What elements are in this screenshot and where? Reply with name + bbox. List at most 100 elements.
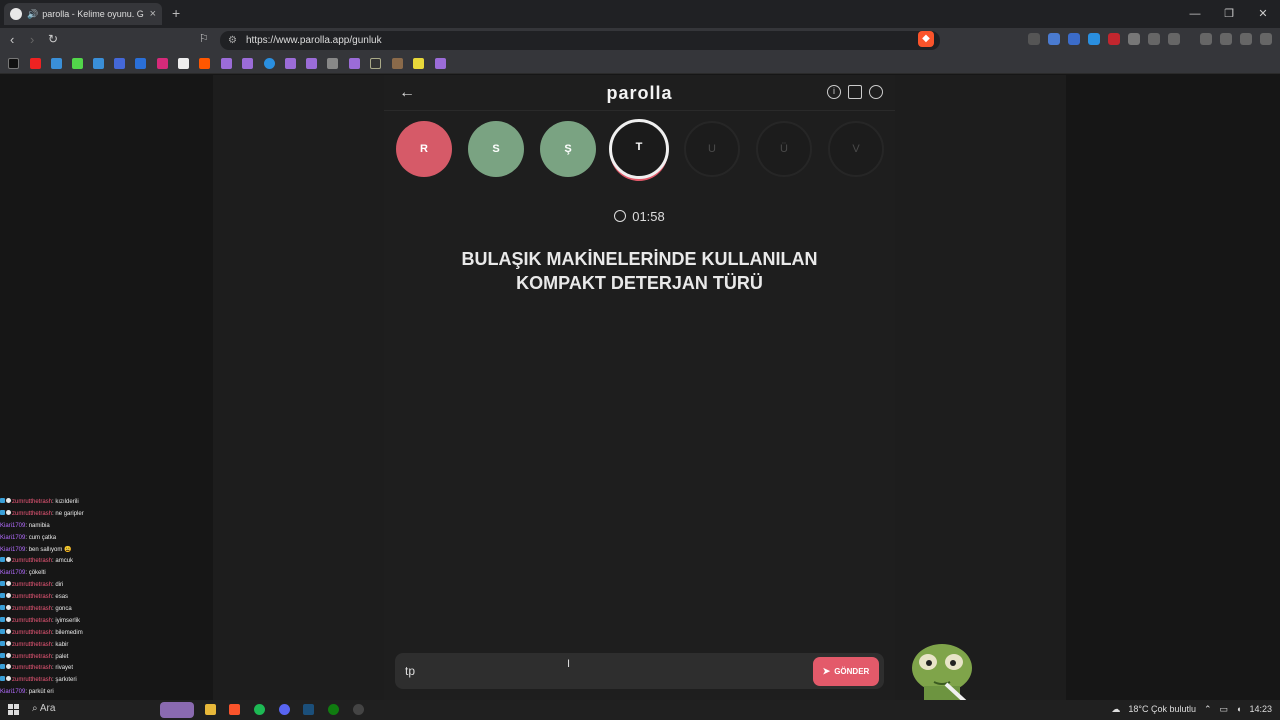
chat-username[interactable]: zumrutthetrash [12, 618, 52, 624]
back-nav-icon[interactable]: ‹ [10, 32, 14, 47]
reddit-bookmark-icon[interactable] [199, 58, 210, 69]
kick-bookmark-icon[interactable] [72, 58, 83, 69]
tab-close-button[interactable]: × [150, 8, 156, 20]
chat-username[interactable]: Kiari1709 [0, 547, 25, 553]
url-field[interactable]: ⚙ https://www.parolla.app/gunluk [220, 31, 940, 50]
taskbar-clock[interactable]: 14:23 [1249, 704, 1272, 715]
maximize-button[interactable]: ❐ [1212, 0, 1246, 28]
extension-icon[interactable] [1048, 33, 1060, 45]
brave-shield-icon[interactable]: ◆ [918, 31, 934, 47]
x-bookmark-icon[interactable] [8, 58, 19, 69]
weather-cloud-icon[interactable]: ☁ [1111, 704, 1120, 715]
sidebar-icon[interactable] [1220, 33, 1232, 45]
reload-icon[interactable]: ↻ [48, 32, 58, 46]
ublock-icon[interactable] [1108, 33, 1120, 45]
chat-line: zumrutthetrash: şarkıteri [0, 675, 213, 687]
wallet-icon[interactable] [1240, 33, 1252, 45]
cast-icon[interactable] [1028, 33, 1040, 45]
volume-icon[interactable]: ◖ [1236, 704, 1241, 715]
bookmark-icon[interactable] [264, 58, 275, 69]
stats-icon[interactable] [848, 85, 862, 99]
url-text: https://www.parolla.app/gunluk [245, 35, 382, 46]
chat-username[interactable]: Kiari1709 [0, 523, 25, 529]
brave-taskbar-icon[interactable] [229, 704, 240, 715]
bookmark-icon[interactable] [114, 58, 125, 69]
chat-username[interactable]: zumrutthetrash [12, 594, 52, 600]
chat-username[interactable]: zumrutthetrash [12, 654, 52, 660]
file-explorer-icon[interactable] [205, 704, 216, 715]
steam-icon[interactable] [303, 704, 314, 715]
youtube-bookmark-icon[interactable] [30, 58, 41, 69]
send-label: GÖNDER [834, 667, 870, 676]
chat-badge-icon [0, 581, 5, 587]
bookmark-icon[interactable] [135, 58, 146, 69]
chat-username[interactable]: zumrutthetrash [12, 642, 52, 648]
bookmark-icon[interactable] [51, 58, 62, 69]
minimize-button[interactable]: — [1178, 0, 1212, 28]
bookmark-icon[interactable] [392, 58, 403, 69]
network-icon[interactable]: ▭ [1220, 704, 1229, 715]
chat-badge-icon [0, 628, 5, 634]
shield-icon[interactable] [1128, 33, 1140, 45]
instagram-bookmark-icon[interactable] [157, 58, 168, 69]
feather-bookmark-icon[interactable] [306, 58, 317, 69]
bookmarks-bar [0, 52, 1280, 74]
site-settings-icon[interactable]: ⚙ [228, 35, 237, 46]
media-icon[interactable] [1200, 33, 1212, 45]
bookmark-icon[interactable] [327, 58, 338, 69]
bookmark-icon[interactable] [93, 58, 104, 69]
feather-bookmark-icon[interactable] [242, 58, 253, 69]
feather-bookmark-icon[interactable] [435, 58, 446, 69]
feather-bookmark-icon[interactable] [349, 58, 360, 69]
header-icons: i [827, 85, 883, 99]
answer-bar: ➤GÖNDER [395, 653, 884, 689]
chat-username[interactable]: zumrutthetrash [12, 558, 52, 564]
bookmark-icon[interactable]: ⚐ [199, 32, 209, 45]
letter-circle-t-active: T [609, 119, 669, 179]
tray-chevron-icon[interactable]: ⌃ [1204, 704, 1212, 715]
chat-message: iyimserlik [55, 617, 81, 624]
bookmark-icon[interactable] [413, 58, 424, 69]
windows-start-icon[interactable] [8, 704, 19, 715]
app-logo: parolla [606, 83, 673, 103]
app-icon[interactable] [353, 704, 364, 715]
weather-text[interactable]: 18°C Çok bulutlu [1128, 704, 1196, 715]
chat-badge-icon [0, 509, 5, 515]
chat-username[interactable]: zumrutthetrash [12, 511, 52, 517]
chat-username[interactable]: zumrutthetrash [12, 677, 52, 683]
puzzle-icon[interactable] [1148, 33, 1160, 45]
chat-username[interactable]: zumrutthetrash [12, 582, 52, 588]
new-tab-button[interactable]: + [172, 5, 180, 21]
chat-username[interactable]: zumrutthetrash [12, 499, 52, 505]
chat-username[interactable]: zumrutthetrash [12, 606, 52, 612]
chat-username[interactable]: zumrutthetrash [12, 630, 52, 636]
extension-icon[interactable] [1088, 33, 1100, 45]
discord-icon[interactable] [279, 704, 290, 715]
chat-username[interactable]: Kiari1709 [0, 689, 25, 695]
chat-badge-icon [0, 664, 5, 670]
amazon-bookmark-icon[interactable] [178, 58, 189, 69]
answer-input[interactable] [405, 661, 785, 681]
taskbar-search[interactable]: ⌕ Ara [32, 703, 55, 714]
menu-icon[interactable] [1260, 33, 1272, 45]
user-icon[interactable] [869, 85, 883, 99]
widgets-icon[interactable] [160, 702, 194, 718]
feather-bookmark-icon[interactable] [285, 58, 296, 69]
feather-bookmark-icon[interactable] [221, 58, 232, 69]
chat-username[interactable]: Kiari1709 [0, 535, 25, 541]
chat-username[interactable]: zumrutthetrash [12, 665, 52, 671]
screenshot-icon[interactable] [1168, 33, 1180, 45]
close-window-button[interactable]: ✕ [1246, 0, 1280, 28]
chat-badge-icon [0, 557, 5, 563]
spotify-icon[interactable] [254, 704, 265, 715]
browser-tab[interactable]: 🔊 parolla - Kelime oyunu. Günlük × [4, 3, 162, 25]
xbox-icon[interactable] [328, 704, 339, 715]
forward-nav-icon[interactable]: › [30, 32, 34, 47]
speaker-icon[interactable]: 🔊 [27, 9, 38, 20]
send-button[interactable]: ➤ GÖNDER [813, 657, 879, 686]
chat-username[interactable]: Kiari1709 [0, 570, 25, 576]
extension-icon[interactable] [1068, 33, 1080, 45]
info-icon[interactable]: i [827, 85, 841, 99]
page-background-right [1066, 75, 1280, 700]
bookmark-icon[interactable] [370, 58, 381, 69]
